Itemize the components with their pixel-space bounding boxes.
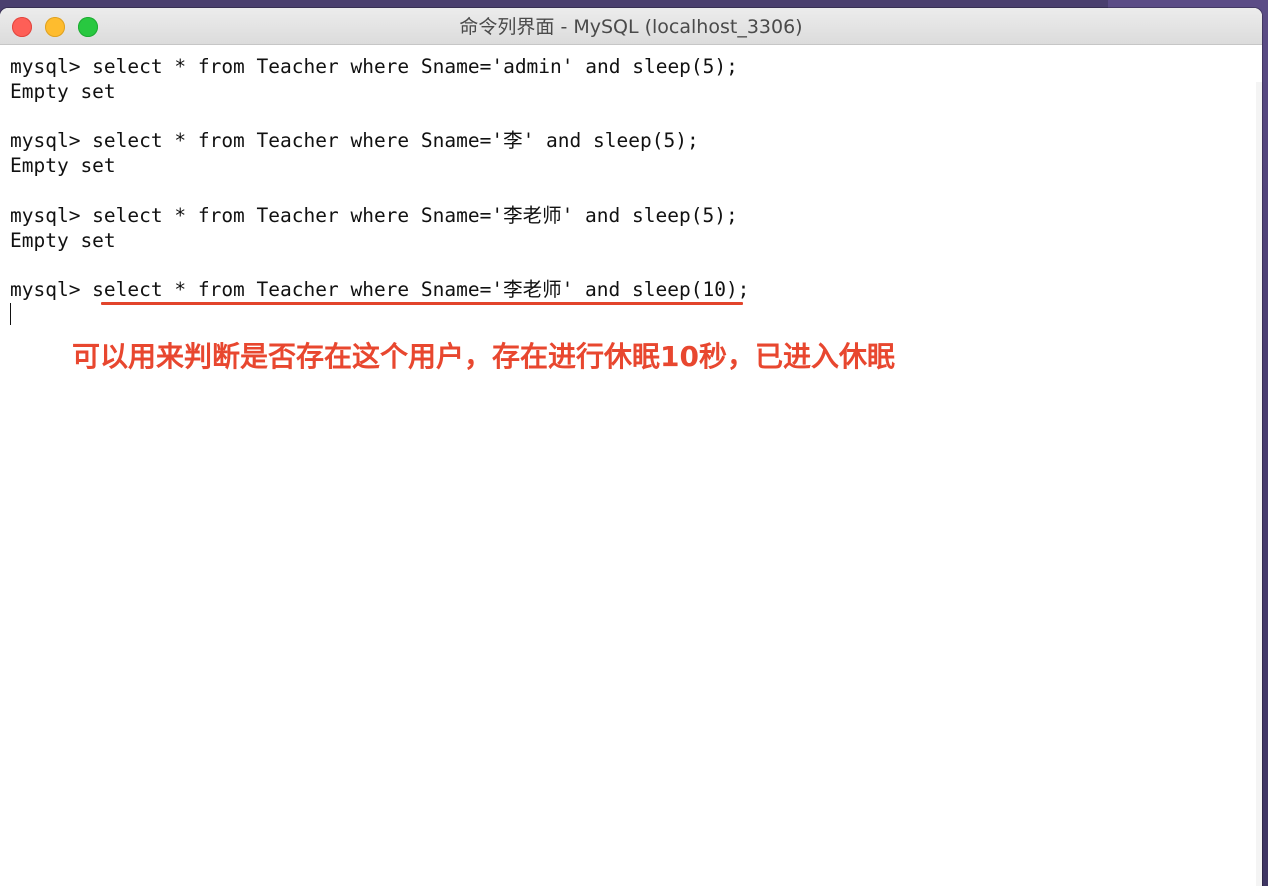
terminal-line: mysql> select * from Teacher where Sname…: [10, 204, 738, 227]
terminal-line: mysql> select * from Teacher where Sname…: [10, 129, 699, 152]
terminal-window: 命令列界面 - MySQL (localhost_3306) mysql> se…: [0, 8, 1262, 886]
terminal-line: Empty set: [10, 229, 116, 252]
title-bar[interactable]: 命令列界面 - MySQL (localhost_3306): [0, 8, 1262, 45]
highlight-underline: [101, 302, 743, 305]
terminal-line: mysql> select * from Teacher where Sname…: [10, 55, 738, 78]
terminal-line: Empty set: [10, 154, 116, 177]
text-cursor: [10, 303, 11, 325]
window-title: 命令列界面 - MySQL (localhost_3306): [459, 16, 803, 38]
scrollbar-track[interactable]: [1256, 82, 1262, 886]
terminal-line: Empty set: [10, 80, 116, 103]
current-command-line: mysql> select * from Teacher where Sname…: [10, 278, 750, 301]
terminal-output[interactable]: mysql> select * from Teacher where Sname…: [0, 45, 1262, 886]
annotation-text: 可以用来判断是否存在这个用户，存在进行休眠10秒，已进入休眠: [72, 340, 895, 373]
